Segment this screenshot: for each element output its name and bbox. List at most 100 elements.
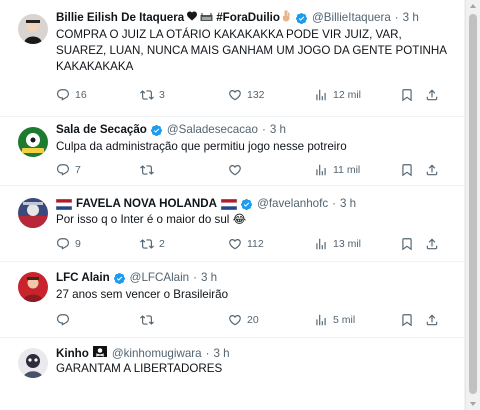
pirate-flag-icon	[92, 346, 107, 362]
tweet-time[interactable]: 3 h	[201, 270, 217, 286]
retweet-button[interactable]	[140, 312, 159, 328]
tweet-header: LFC Alain @LFCAlain · 3 h	[56, 270, 457, 286]
bookmark-icon	[400, 88, 414, 102]
author-name[interactable]: Sala de Secação	[56, 122, 147, 138]
reply-count: 7	[75, 164, 81, 176]
author-handle[interactable]: @favelanhofc	[257, 196, 328, 212]
views-button[interactable]: 12 mil	[314, 87, 361, 103]
tweet-5[interactable]: Kinho @kinhomugiwara · 3 h GARANTAM A LI…	[0, 338, 465, 410]
tweet-text: GARANTAM A LIBERTADORES	[56, 362, 223, 375]
tweet-header: Sala de Secação @Saladesecacao · 3 h	[56, 122, 457, 138]
retweet-icon	[140, 163, 154, 177]
scroll-down-arrow-icon[interactable]	[470, 402, 476, 406]
author-name[interactable]: LFC Alain	[56, 270, 110, 286]
tweet-4[interactable]: LFC Alain @LFCAlain · 3 h 27 anos sem ve…	[0, 262, 465, 338]
avatar[interactable]	[18, 272, 48, 302]
tweet-actions: 7 11 mil	[56, 162, 451, 178]
retweet-button[interactable]: 3	[140, 87, 165, 103]
views-button[interactable]: 5 mil	[314, 312, 355, 328]
views-icon	[314, 163, 328, 177]
tweet-text: Culpa da administração que permitiu jogo…	[56, 140, 347, 153]
author-name[interactable]: Kinho	[56, 346, 89, 362]
bookmark-icon	[400, 163, 414, 177]
tweet-header: Kinho @kinhomugiwara · 3 h	[56, 346, 457, 362]
like-button[interactable]: 132	[228, 87, 265, 103]
tweet-1[interactable]: Billie Eilish De Itaquera #ForaDuilio @B…	[0, 0, 465, 117]
vertical-scrollbar[interactable]	[465, 0, 480, 410]
tweet-actions: 16 3 132 12 mil	[56, 87, 451, 103]
netherlands-flag-icon	[55, 198, 73, 210]
bookmark-button[interactable]	[400, 162, 414, 178]
retweet-button[interactable]	[140, 162, 159, 178]
like-count: 112	[247, 238, 264, 250]
share-button[interactable]	[425, 312, 439, 328]
avatar[interactable]	[18, 198, 48, 228]
views-count: 11 mil	[333, 164, 361, 176]
tweet-text: 27 anos sem vencer o Brasileirão	[56, 288, 229, 301]
netherlands-flag-icon	[220, 198, 238, 210]
tweet-time[interactable]: 3 h	[340, 196, 356, 212]
author-handle[interactable]: @BillieItaquera	[312, 10, 391, 26]
share-button[interactable]	[425, 236, 439, 252]
reply-icon	[56, 237, 70, 251]
avatar[interactable]	[18, 348, 48, 378]
separator-dot: ·	[332, 197, 337, 210]
separator-dot: ·	[394, 11, 399, 24]
tweet-text: Por isso q o Inter é o maior do sul 😂	[56, 212, 451, 228]
tweet-time[interactable]: 3 h	[403, 10, 419, 26]
separator-dot: ·	[205, 347, 210, 360]
bookmark-button[interactable]	[400, 312, 414, 328]
heart-icon	[228, 163, 242, 177]
views-count: 13 mil	[333, 238, 362, 250]
tweet-time[interactable]: 3 h	[213, 346, 229, 362]
reply-icon	[56, 88, 70, 102]
separator-dot: ·	[261, 123, 266, 136]
bookmark-icon	[400, 313, 414, 327]
tweet-actions: 20 5 mil	[56, 312, 451, 328]
like-button[interactable]: 112	[228, 236, 264, 252]
scroll-up-arrow-icon[interactable]	[470, 4, 476, 8]
author-handle[interactable]: @Saladesecacao	[167, 122, 258, 138]
verified-badge-icon	[295, 12, 308, 25]
views-count: 12 mil	[333, 89, 362, 101]
author-name[interactable]: Billie Eilish De Itaquera	[56, 10, 184, 26]
views-icon	[314, 237, 328, 251]
tweet-2[interactable]: Sala de Secação @Saladesecacao · 3 h Cul…	[0, 117, 465, 186]
avatar[interactable]	[18, 127, 48, 157]
reply-button[interactable]: 9	[56, 236, 81, 252]
heart-icon	[228, 88, 242, 102]
share-icon	[425, 313, 439, 327]
share-button[interactable]	[425, 162, 439, 178]
like-button[interactable]	[228, 162, 247, 178]
share-icon	[425, 237, 439, 251]
black-heart-icon	[186, 10, 198, 27]
tweet-3[interactable]: FAVELA NOVA HOLANDA @favelanhofc · 3 h P…	[0, 186, 465, 262]
tweet-text-body: Por isso q o Inter é o maior do sul	[56, 213, 230, 227]
avatar[interactable]	[18, 14, 48, 44]
reply-button[interactable]	[56, 312, 75, 328]
tweet-text: COMPRA O JUIZ LA OTÁRIO KAKAKAKKA PODE V…	[56, 28, 447, 73]
retweet-icon	[140, 237, 154, 251]
views-button[interactable]: 11 mil	[314, 162, 360, 178]
author-handle[interactable]: @kinhomugiwara	[112, 346, 202, 362]
reply-count: 16	[75, 89, 87, 101]
like-count: 132	[247, 89, 265, 101]
reply-button[interactable]: 16	[56, 87, 87, 103]
share-button[interactable]	[425, 87, 439, 103]
like-button[interactable]: 20	[228, 312, 259, 328]
bookmark-button[interactable]	[400, 87, 414, 103]
author-handle[interactable]: @LFCAlain	[130, 270, 189, 286]
views-button[interactable]: 13 mil	[314, 236, 361, 252]
verified-badge-icon	[113, 272, 126, 285]
heart-icon	[228, 237, 242, 251]
retweet-button[interactable]: 2	[140, 236, 165, 252]
tweet-time[interactable]: 3 h	[270, 122, 286, 138]
bookmark-icon	[400, 237, 414, 251]
scrollbar-thumb[interactable]	[469, 14, 477, 394]
author-name-suffix: #ForaDuilio	[216, 11, 280, 24]
author-name[interactable]: FAVELA NOVA HOLANDA	[76, 196, 217, 212]
reply-button[interactable]: 7	[56, 162, 81, 178]
views-icon	[314, 88, 328, 102]
bookmark-button[interactable]	[400, 236, 414, 252]
separator-dot: ·	[193, 271, 197, 284]
